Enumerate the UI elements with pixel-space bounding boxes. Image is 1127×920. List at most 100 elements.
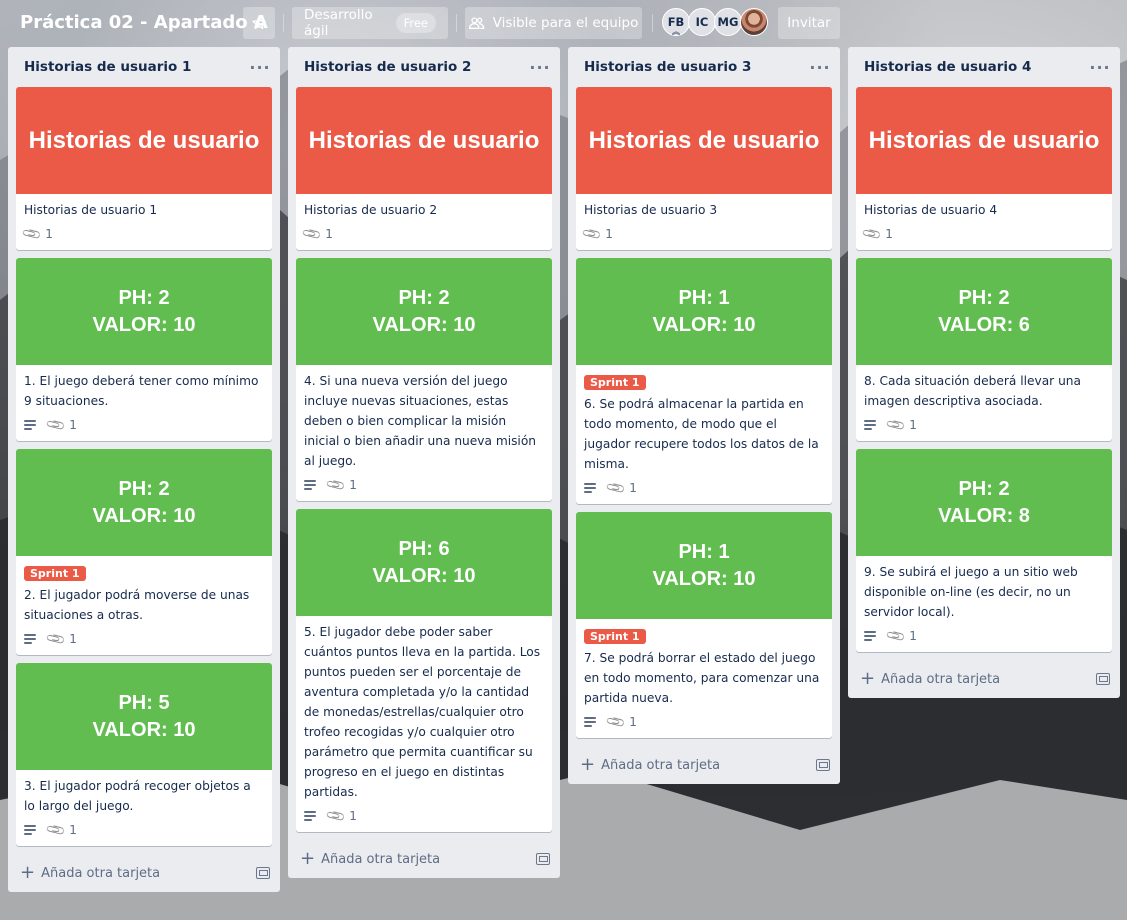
list: Historias de usuario 1 ··· Historias de us… (8, 47, 280, 892)
attachment-count: 1 (69, 632, 77, 646)
description-icon (304, 811, 316, 821)
member-avatar[interactable]: MG (714, 8, 742, 36)
more-horizontal-icon[interactable]: ··· (528, 58, 552, 77)
attachment-count: 1 (909, 629, 917, 643)
more-horizontal-icon[interactable]: ··· (248, 58, 272, 77)
card-badges: 📎 1 (304, 473, 544, 497)
attachment-badge: 📎 1 (325, 805, 357, 827)
card-list: Historias de usuario Historias de usuario… (288, 87, 560, 832)
card[interactable]: Historias de usuario Historias de usuario… (296, 87, 552, 250)
list-title[interactable]: Historias de usuario 4 (864, 59, 1031, 75)
card-badges: 📎 1 (24, 627, 264, 651)
team-button[interactable]: Desarrollo ágil Free (292, 7, 448, 39)
card-details: 4. Si una nueva versión del juego incluy… (296, 365, 552, 501)
card[interactable]: PH: 2 VALOR: 10 Sprint 1 2. El jugador podr… (16, 449, 272, 655)
card[interactable]: Historias de usuario Historias de usuario… (16, 87, 272, 250)
card[interactable]: PH: 2 VALOR: 10 4. Si una nueva versión de… (296, 258, 552, 501)
card-title: 4. Si una nueva versión del juego incluy… (304, 374, 536, 468)
card-details: Sprint 1 2. El jugador podrá moverse de u… (16, 556, 272, 655)
list-header: Historias de usuario 2 ··· (288, 47, 560, 87)
card-label[interactable]: Sprint 1 (584, 629, 646, 644)
more-horizontal-icon[interactable]: ··· (808, 58, 832, 77)
attachment-badge: 📎 1 (885, 414, 917, 436)
attachment-count: 1 (69, 823, 77, 837)
description-badge (304, 811, 316, 821)
attachment-badge: 📎 1 (301, 223, 333, 245)
paperclip-icon: 📎 (885, 414, 908, 436)
member-avatar[interactable]: IC (688, 8, 716, 36)
card[interactable]: PH: 2 VALOR: 10 1. El juego deberá tener c… (16, 258, 272, 441)
card-label[interactable]: Sprint 1 (584, 375, 646, 390)
add-card-button[interactable]: + Añada otra tarjeta (300, 850, 440, 868)
list-header: Historias de usuario 1 ··· (8, 47, 280, 87)
card-badges: 📎 1 (864, 413, 1104, 437)
card[interactable]: Historias de usuario Historias de usuario… (576, 87, 832, 250)
add-card-button[interactable]: + Añada otra tarjeta (580, 756, 720, 774)
invite-button[interactable]: Invitar (778, 7, 840, 39)
paperclip-icon: 📎 (861, 223, 884, 245)
card-details: Historias de usuario 2 📎 1 (296, 194, 552, 250)
card-template-icon[interactable] (1096, 673, 1110, 685)
card[interactable]: PH: 1 VALOR: 10 Sprint 1 6. Se podrá almace… (576, 258, 832, 504)
card-cover: Historias de usuario (296, 87, 552, 194)
card-title: Historias de usuario 1 (24, 203, 158, 217)
add-card-button[interactable]: + Añada otra tarjeta (860, 670, 1001, 688)
member-photo-avatar[interactable] (740, 8, 768, 36)
list-title[interactable]: Historias de usuario 3 (584, 59, 751, 75)
visibility-button[interactable]: Visible para el equipo (465, 7, 642, 39)
description-icon (24, 420, 36, 430)
card[interactable]: PH: 2 VALOR: 8 9. Se subirá el juego a un … (856, 449, 1112, 652)
attachment-count: 1 (45, 227, 53, 241)
card-cover: PH: 5 VALOR: 10 (16, 663, 272, 770)
list-title[interactable]: Historias de usuario 2 (304, 59, 471, 75)
card-details: Historias de usuario 4 📎 1 (856, 194, 1112, 250)
card-template-icon[interactable] (816, 759, 830, 771)
card-title: 3. El jugador podrá recoger objetos a lo… (24, 779, 251, 813)
description-badge (584, 717, 596, 727)
member-avatar[interactable]: FB ︽ (662, 8, 690, 36)
header-divider (456, 14, 457, 32)
paperclip-icon: 📎 (301, 223, 324, 245)
list-footer: + Añada otra tarjeta (288, 840, 560, 878)
cover-text: Historias de usuario (308, 126, 540, 154)
attachment-badge: 📎 1 (605, 477, 637, 499)
card-cover: PH: 6 VALOR: 10 (296, 509, 552, 616)
add-card-label: Añada otra tarjeta (881, 671, 1001, 687)
card-badges: 📎 1 (304, 804, 544, 828)
attachment-badge: 📎 1 (861, 223, 893, 245)
card-cover: PH: 2 VALOR: 8 (856, 449, 1112, 556)
cover-text: VALOR: 10 (92, 504, 196, 527)
attachment-count: 1 (629, 481, 637, 495)
list-title[interactable]: Historias de usuario 1 (24, 59, 191, 75)
card[interactable]: PH: 6 VALOR: 10 5. El jugador debe poder s… (296, 509, 552, 832)
card[interactable]: PH: 5 VALOR: 10 3. El jugador podrá recoge… (16, 663, 272, 846)
card[interactable]: PH: 2 VALOR: 6 8. Cada situación deberá ll… (856, 258, 1112, 441)
card-list: Historias de usuario Historias de usuario… (568, 87, 840, 738)
list-header: Historias de usuario 3 ··· (568, 47, 840, 87)
card-badges: 📎 1 (24, 818, 264, 842)
card-title: 1. El juego deberá tener como mínimo 9 s… (24, 374, 259, 408)
plus-icon: + (20, 862, 36, 883)
description-icon (584, 483, 596, 493)
team-name: Desarrollo ágil (304, 7, 373, 39)
card-badges: 📎 1 (584, 476, 824, 500)
card-details: Sprint 1 6. Se podrá almacenar la partida… (576, 365, 832, 504)
card-cover: PH: 1 VALOR: 10 (576, 512, 832, 619)
card-details: Historias de usuario 3 📎 1 (576, 194, 832, 250)
card[interactable]: Historias de usuario Historias de usuario… (856, 87, 1112, 250)
add-card-button[interactable]: + Añada otra tarjeta (20, 862, 160, 883)
card-list: Historias de usuario Historias de usuario… (848, 87, 1120, 652)
more-horizontal-icon[interactable]: ··· (1088, 58, 1112, 77)
card[interactable]: PH: 1 VALOR: 10 Sprint 1 7. Se podrá borrar… (576, 512, 832, 738)
star-board-button[interactable] (243, 7, 275, 39)
card-template-icon[interactable] (256, 867, 270, 879)
board-title[interactable]: Práctica 02 - Apartado A (12, 7, 276, 39)
attachment-badge: 📎 1 (45, 819, 77, 841)
card-title: 8. Cada situación deberá llevar una imag… (864, 374, 1081, 408)
list-header: Historias de usuario 4 ··· (848, 47, 1120, 87)
card-template-icon[interactable] (536, 853, 550, 865)
card-title: Historias de usuario 2 (304, 203, 438, 217)
card-label[interactable]: Sprint 1 (24, 566, 86, 581)
cover-text: PH: 1 (678, 286, 730, 309)
list-footer: + Añada otra tarjeta (8, 854, 280, 892)
